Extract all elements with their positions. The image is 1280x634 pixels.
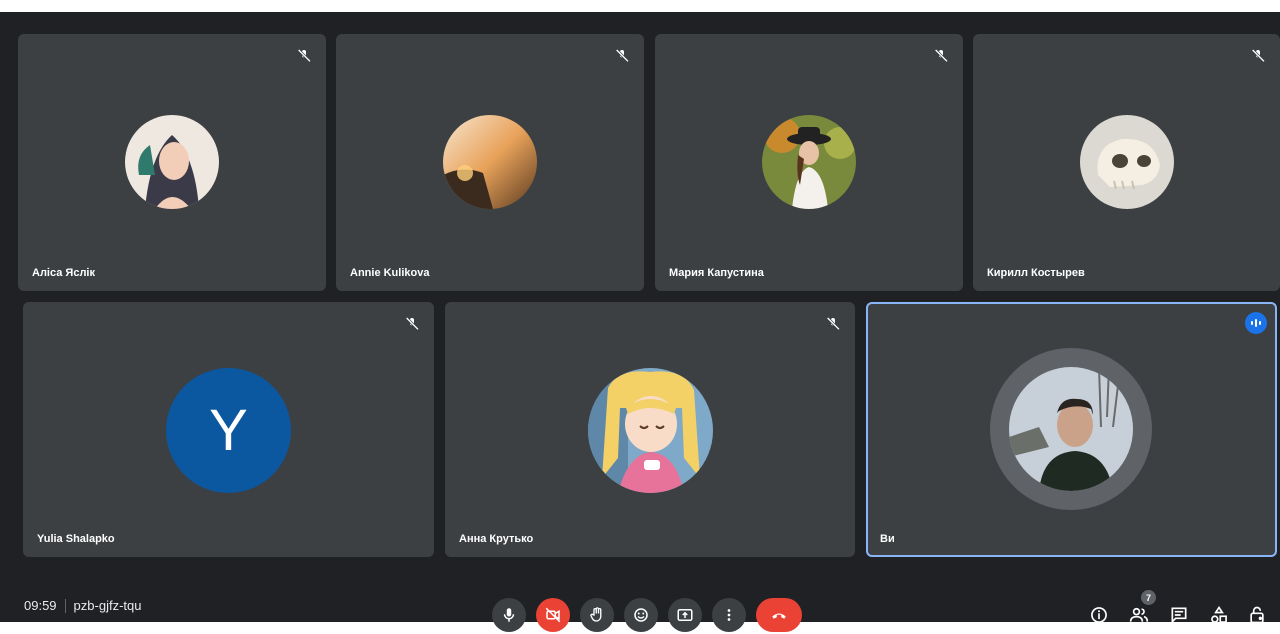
host-controls-button[interactable] <box>1246 604 1268 626</box>
more-options-button[interactable] <box>712 598 746 632</box>
avatar <box>762 115 856 209</box>
participant-tile[interactable]: Annie Kulikova <box>336 34 644 291</box>
avatar <box>588 368 713 493</box>
participant-tile[interactable]: Y Yulia Shalapko <box>23 302 434 557</box>
control-bar: 09:59 pzb-gjfz-tqu 7 <box>0 582 1280 634</box>
people-count-badge: 7 <box>1141 590 1156 605</box>
clock: 09:59 <box>24 598 57 613</box>
participant-tile[interactable]: Анна Крутько <box>445 302 855 557</box>
participant-name: Мария Капустина <box>669 267 764 279</box>
meeting-info: 09:59 pzb-gjfz-tqu <box>24 598 141 613</box>
mic-off-icon <box>1250 48 1266 64</box>
avatar <box>443 115 537 209</box>
avatar <box>1080 115 1174 209</box>
mic-off-icon <box>614 48 630 64</box>
microphone-icon <box>503 608 515 622</box>
people-button[interactable]: 7 <box>1128 590 1156 626</box>
avatar-initial: Y <box>209 398 248 463</box>
raise-hand-icon <box>590 607 602 622</box>
present-button[interactable] <box>668 598 702 632</box>
participant-name: Annie Kulikova <box>350 267 430 279</box>
meeting-details-button[interactable] <box>1088 604 1110 626</box>
initial-avatar: Y <box>166 368 291 493</box>
participant-tile[interactable]: Мария Капустина <box>655 34 963 291</box>
camera-button[interactable] <box>536 598 570 632</box>
present-icon <box>677 609 693 621</box>
people-icon <box>1129 607 1149 622</box>
raise-hand-button[interactable] <box>580 598 614 632</box>
divider <box>64 598 66 613</box>
speaking-indicator-icon <box>1245 312 1267 334</box>
more-options-icon <box>727 609 731 621</box>
participant-name: Аліса Яслік <box>32 267 95 279</box>
leave-call-button[interactable] <box>756 598 802 632</box>
activities-button[interactable] <box>1208 604 1230 626</box>
mic-off-icon <box>933 48 949 64</box>
microphone-button[interactable] <box>492 598 526 632</box>
emoji-icon <box>634 608 648 622</box>
meeting-stage: Аліса Яслік Annie Kulikova Мария Капусти… <box>0 12 1280 632</box>
chat-icon <box>1171 607 1187 624</box>
self-tile[interactable]: Ви <box>866 302 1277 557</box>
info-icon <box>1091 607 1107 623</box>
avatar <box>125 115 219 209</box>
participant-name: Yulia Shalapko <box>37 533 115 545</box>
participant-name: Ви <box>880 533 895 545</box>
meeting-code[interactable]: pzb-gjfz-tqu <box>74 598 142 613</box>
mic-off-icon <box>825 316 841 332</box>
host-controls-icon <box>1250 606 1264 624</box>
mic-off-icon <box>296 48 312 64</box>
activities-icon <box>1211 605 1227 623</box>
reactions-button[interactable] <box>624 598 658 632</box>
participant-name: Кирилл Костырев <box>987 267 1085 279</box>
camera-off-icon <box>545 607 561 623</box>
end-call-icon <box>772 613 786 619</box>
participant-name: Анна Крутько <box>459 533 534 545</box>
avatar <box>1009 367 1133 491</box>
participant-tile[interactable]: Кирилл Костырев <box>973 34 1280 291</box>
mic-off-icon <box>404 316 420 332</box>
participant-tile[interactable]: Аліса Яслік <box>18 34 326 291</box>
chat-button[interactable] <box>1168 604 1190 626</box>
